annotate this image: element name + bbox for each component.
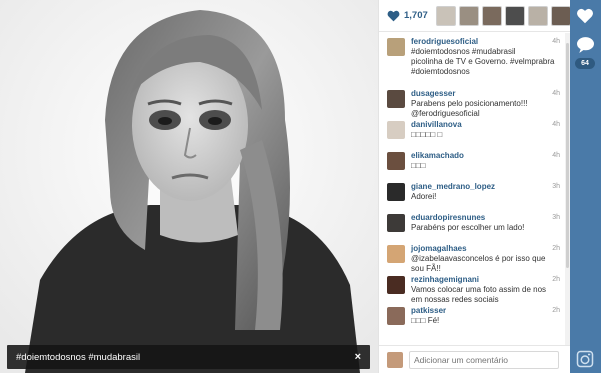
comment-time: 2h	[552, 245, 560, 252]
comment-item: elikamachado □□□ 4h	[379, 147, 565, 178]
commenter-avatar[interactable]	[387, 90, 405, 108]
comment-body: eduardopiresnunes Parabéns por escolher u…	[411, 213, 559, 240]
scrollbar-thumb[interactable]	[566, 43, 569, 268]
commenter-avatar[interactable]	[387, 38, 405, 56]
comment-item: giane_medrano_lopez Adorei! 3h	[379, 178, 565, 209]
liker-avatar[interactable]	[458, 5, 479, 26]
comment-username[interactable]: danivillanova	[411, 120, 559, 130]
commenter-avatar[interactable]	[387, 121, 405, 139]
comment-time: 2h	[552, 276, 560, 283]
comment-item: dusagesser Parabens pelo posicionamento!!…	[379, 85, 565, 118]
like-heart-icon[interactable]	[576, 8, 594, 24]
comment-time: 4h	[552, 90, 560, 97]
comment-time: 4h	[552, 152, 560, 159]
comment-item: eduardopiresnunes Parabéns por escolher u…	[379, 209, 565, 240]
comment-bubble-icon[interactable]	[576, 36, 595, 53]
commenter-avatar[interactable]	[387, 276, 405, 294]
liker-avatar[interactable]	[504, 5, 525, 26]
comment-item: patkisser □□□ Fé! 2h	[379, 302, 565, 333]
comment-item: danivillanova □□□□□ □ 4h	[379, 116, 565, 147]
liker-avatars	[435, 5, 571, 26]
comment-time: 2h	[552, 307, 560, 314]
portrait-image	[0, 0, 378, 373]
comment-time: 3h	[552, 183, 560, 190]
comment-time: 3h	[552, 214, 560, 221]
liker-avatar[interactable]	[527, 5, 548, 26]
comment-text: □□□	[411, 161, 426, 170]
comment-item: jojomagalhaes @izabelaavasconcelos é por …	[379, 240, 565, 273]
add-comment-row	[379, 345, 571, 373]
comment-username[interactable]: giane_medrano_lopez	[411, 182, 559, 192]
commenter-avatar[interactable]	[387, 214, 405, 232]
comment-body: elikamachado □□□	[411, 151, 559, 178]
comment-body: rezinhagemignani Vamos colocar uma foto a…	[411, 275, 559, 304]
caption-text: #doiemtodosnos #mudabrasil	[16, 351, 141, 363]
current-user-avatar	[387, 351, 403, 368]
comment-list: ferodriguesoficial #doiemtodosnos #mudabr…	[379, 33, 565, 345]
commenter-avatar[interactable]	[387, 307, 405, 325]
commenter-avatar[interactable]	[387, 183, 405, 201]
likes-count[interactable]: 1,707	[404, 10, 428, 21]
action-rail: 64	[570, 0, 601, 373]
heart-icon[interactable]	[387, 10, 400, 22]
comment-time: 4h	[552, 121, 560, 128]
camera-icon[interactable]	[576, 350, 594, 368]
comment-username[interactable]: elikamachado	[411, 151, 559, 161]
liker-avatar[interactable]	[481, 5, 502, 26]
comment-text-continued: picolinha de TV e Governo. #velmprabra #…	[411, 57, 555, 76]
comment-body: patkisser □□□ Fé!	[411, 306, 559, 333]
caption-bar: #doiemtodosnos #mudabrasil ×	[7, 345, 370, 369]
liker-avatar[interactable]	[550, 5, 571, 26]
comment-text: Parabéns por escolher um lado!	[411, 223, 525, 232]
comment-time: 4h	[552, 38, 560, 45]
comments-panel: 1,707 ferodriguesoficial #doiemtodosnos #…	[378, 0, 571, 373]
comment-username[interactable]: rezinhagemignani	[411, 275, 559, 285]
comment-text: #doiemtodosnos #mudabrasil	[411, 47, 516, 56]
comment-count-badge: 64	[575, 58, 595, 69]
comment-username[interactable]: ferodriguesoficial	[411, 37, 559, 47]
comment-item: rezinhagemignani Vamos colocar uma foto a…	[379, 271, 565, 304]
comment-username[interactable]: jojomagalhaes	[411, 244, 559, 254]
comment-username[interactable]: dusagesser	[411, 89, 559, 99]
likes-bar: 1,707	[379, 0, 571, 32]
commenter-avatar[interactable]	[387, 152, 405, 170]
post-photo: #doiemtodosnos #mudabrasil ×	[0, 0, 378, 373]
comment-input[interactable]	[409, 350, 559, 369]
comment-body: ferodriguesoficial #doiemtodosnos #mudabr…	[411, 37, 559, 85]
commenter-avatar[interactable]	[387, 245, 405, 263]
comment-body: dusagesser Parabens pelo posicionamento!!…	[411, 89, 559, 118]
comment-username[interactable]: eduardopiresnunes	[411, 213, 559, 223]
comment-username[interactable]: patkisser	[411, 306, 559, 316]
comment-text: Adorei!	[411, 192, 437, 201]
comment-text: □□□ Fé!	[411, 316, 440, 325]
comment-body: jojomagalhaes @izabelaavasconcelos é por …	[411, 244, 559, 273]
comment-body: danivillanova □□□□□ □	[411, 120, 559, 147]
liker-avatar[interactable]	[435, 5, 456, 26]
comment-body: giane_medrano_lopez Adorei!	[411, 182, 559, 209]
comment-text: □□□□□ □	[411, 130, 443, 139]
close-caption-button[interactable]: ×	[355, 351, 361, 363]
comment-item: ferodriguesoficial #doiemtodosnos #mudabr…	[379, 33, 565, 85]
